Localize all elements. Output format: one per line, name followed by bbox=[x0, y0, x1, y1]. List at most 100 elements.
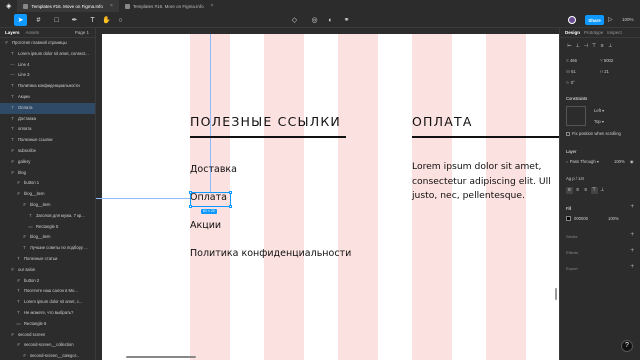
rotation-field[interactable]: 0° bbox=[571, 80, 575, 85]
move-tool-icon[interactable]: ➤ bbox=[14, 14, 27, 26]
x-field[interactable]: 466 bbox=[570, 58, 577, 63]
layer-row[interactable]: # second-screen__collection bbox=[0, 340, 95, 351]
heading-underline[interactable] bbox=[190, 136, 346, 138]
layer-row[interactable]: T Заголов для мужа. 7 кр... bbox=[0, 211, 95, 222]
canvas[interactable]: ПОЛЕЗНЫЕ ССЫЛКИ ОПЛАТА Доставка Оплата А… bbox=[96, 28, 559, 360]
constraint-vertical[interactable]: Top bbox=[594, 119, 601, 124]
add-export-icon[interactable]: + bbox=[630, 264, 634, 270]
tab-assets[interactable]: Assets bbox=[26, 30, 40, 35]
share-button[interactable]: Share bbox=[585, 15, 604, 25]
layer-row[interactable]: # button 1 bbox=[0, 178, 95, 189]
text-align-center-icon[interactable]: ≡ bbox=[574, 187, 581, 194]
layer-row[interactable]: T Полезные статьи bbox=[0, 254, 95, 265]
text-align-top-icon[interactable]: ⊤ bbox=[590, 187, 598, 194]
avatar[interactable] bbox=[568, 16, 576, 24]
layer-row[interactable]: ▭ Rectangle 6 bbox=[0, 319, 95, 330]
layer-row[interactable]: ▭ Rectangle 5 bbox=[0, 222, 95, 233]
layer-row[interactable]: T Политика конфиденциальности bbox=[0, 81, 95, 92]
text-align-left-icon[interactable]: ≡ bbox=[566, 187, 573, 194]
layer-row[interactable]: T Акции bbox=[0, 92, 95, 103]
align-top-icon[interactable]: ⊤ bbox=[591, 43, 598, 50]
eye-icon[interactable]: ◉ bbox=[630, 158, 634, 166]
layer-row[interactable]: T Lorem ipsum dolor sit amet, c... bbox=[0, 297, 95, 308]
component-icon[interactable]: ◇ bbox=[288, 14, 301, 26]
align-bottom-icon[interactable]: ⊥ bbox=[607, 43, 614, 50]
layer-row[interactable]: Tоплата bbox=[0, 124, 95, 135]
layer-row[interactable]: — Line 3 bbox=[0, 70, 95, 81]
y-field[interactable]: 5002 bbox=[604, 58, 613, 63]
layer-row[interactable]: # Прототип главной страницы bbox=[0, 38, 95, 49]
layer-row[interactable]: — Line 4 bbox=[0, 60, 95, 71]
layer-row[interactable]: T Оплата bbox=[0, 102, 95, 114]
browser-tab[interactable]: Templates #16. More on Figma.Info × bbox=[119, 0, 220, 12]
close-icon[interactable]: × bbox=[211, 3, 214, 9]
fill-swatch[interactable] bbox=[566, 216, 571, 222]
link-delivery[interactable]: Доставка bbox=[190, 164, 237, 175]
layer-row[interactable]: T Лучшие советы по подбору ... bbox=[0, 243, 95, 254]
layer-row[interactable]: T Доставка bbox=[0, 114, 95, 125]
resize-handle[interactable] bbox=[189, 205, 192, 208]
height-field[interactable]: 21 bbox=[604, 69, 609, 74]
resize-handle[interactable] bbox=[229, 191, 232, 194]
layer-row[interactable]: # blog__item bbox=[0, 232, 95, 243]
frame-tool-icon[interactable]: # bbox=[32, 14, 45, 26]
layer-row[interactable]: T Посетите наш салон в Мо... bbox=[0, 286, 95, 297]
comment-tool-icon[interactable]: ○ bbox=[114, 14, 127, 26]
layer-row[interactable]: # blog__item bbox=[0, 200, 95, 211]
align-center-icon[interactable]: ⊥ bbox=[574, 43, 581, 50]
heading-payment[interactable]: ОПЛАТА bbox=[412, 114, 473, 129]
layer-row[interactable]: # blog bbox=[0, 168, 95, 179]
zoom-level[interactable]: 100% bbox=[622, 14, 634, 26]
width-field[interactable]: 61 bbox=[571, 69, 576, 74]
tab-inspect[interactable]: Inspect bbox=[607, 30, 622, 35]
fill-opacity[interactable]: 100% bbox=[608, 215, 619, 223]
add-fill-icon[interactable]: + bbox=[630, 204, 634, 210]
hand-tool-icon[interactable]: ✋ bbox=[100, 14, 113, 26]
rectangle-tool-icon[interactable]: □ bbox=[50, 14, 63, 26]
mask-icon[interactable]: ◎ bbox=[308, 14, 321, 26]
layer-row[interactable]: # second-screen__categor... bbox=[0, 351, 95, 360]
text-tool-icon[interactable]: T bbox=[86, 14, 99, 26]
align-right-icon[interactable]: ⊣ bbox=[582, 43, 589, 50]
tab-design[interactable]: Design bbox=[565, 30, 580, 35]
checkbox-icon[interactable] bbox=[566, 131, 570, 136]
fill-icon[interactable]: ◐ bbox=[324, 14, 337, 26]
payment-description[interactable]: Lorem ipsum dolor sit amet, consectetur … bbox=[412, 160, 559, 204]
layer-row[interactable]: # button 2 bbox=[0, 276, 95, 287]
text-style[interactable]: Ag p / 14r bbox=[566, 175, 584, 183]
text-align-right-icon[interactable]: ≡ bbox=[582, 187, 589, 194]
align-left-icon[interactable]: ⊢ bbox=[566, 43, 573, 50]
layer-row[interactable]: # second screen bbox=[0, 330, 95, 341]
resize-handle[interactable] bbox=[189, 191, 192, 194]
constraint-horizontal[interactable]: Left bbox=[594, 108, 601, 113]
fill-hex[interactable]: 000000 bbox=[574, 216, 588, 221]
align-middle-icon[interactable]: ≡ bbox=[599, 43, 606, 50]
layer-row[interactable]: # our salon bbox=[0, 265, 95, 276]
layer-row[interactable]: # blog__item bbox=[0, 189, 95, 200]
link-icon[interactable]: ⚭ bbox=[340, 14, 353, 26]
text-align-middle-icon[interactable]: ⊥ bbox=[599, 187, 606, 194]
link-privacy-policy[interactable]: Политика конфиденциальности bbox=[190, 248, 351, 259]
close-icon[interactable]: × bbox=[110, 3, 113, 9]
pen-tool-icon[interactable]: ✒ bbox=[68, 14, 81, 26]
layer-opacity[interactable]: 100% bbox=[614, 158, 625, 166]
add-effect-icon[interactable]: + bbox=[630, 248, 634, 254]
help-button[interactable]: ? bbox=[621, 340, 633, 352]
horizontal-scrollbar[interactable] bbox=[126, 356, 196, 358]
heading-useful-links[interactable]: ПОЛЕЗНЫЕ ССЫЛКИ bbox=[190, 114, 341, 129]
browser-tab-active[interactable]: Templates #16. Move on Figma.Info × bbox=[17, 0, 119, 12]
tab-layers[interactable]: Layers bbox=[5, 30, 20, 35]
vertical-scrollbar[interactable] bbox=[555, 288, 557, 300]
layer-row[interactable]: T Полезные ссылки bbox=[0, 135, 95, 146]
layer-row[interactable]: T Не можете, что выбрать? bbox=[0, 308, 95, 319]
add-stroke-icon[interactable]: + bbox=[630, 232, 634, 238]
layer-row[interactable]: # gallery bbox=[0, 157, 95, 168]
blend-mode-select[interactable]: Pass Through bbox=[570, 159, 596, 164]
figma-menu-icon[interactable]: ◈ bbox=[0, 0, 17, 12]
resize-handle[interactable] bbox=[229, 205, 232, 208]
constraint-box[interactable] bbox=[566, 106, 586, 126]
layer-row[interactable]: T Lorem ipsum dolor sit amet, consect... bbox=[0, 49, 95, 60]
selection-box[interactable] bbox=[189, 191, 232, 208]
tab-prototype[interactable]: Prototype bbox=[584, 30, 603, 35]
heading-underline[interactable] bbox=[412, 136, 559, 138]
